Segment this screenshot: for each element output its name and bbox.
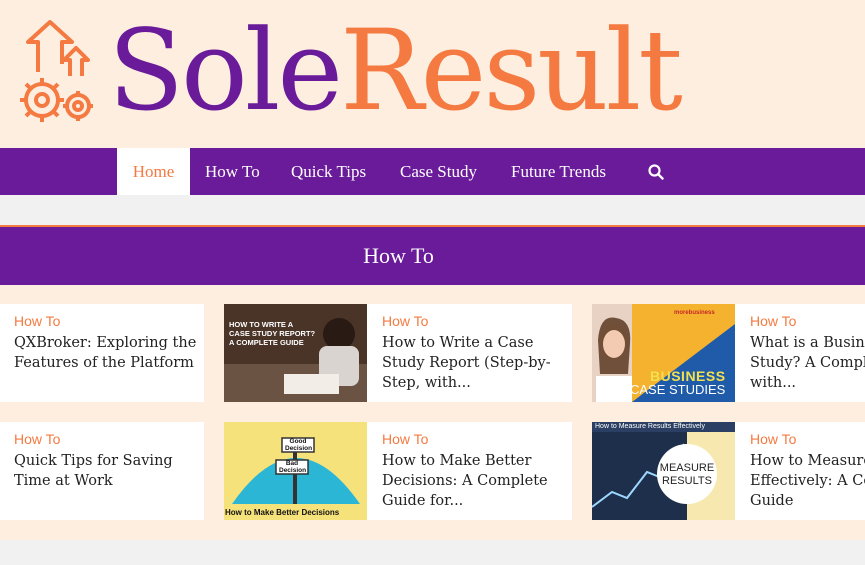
card-category[interactable]: How To	[14, 431, 60, 447]
thumb-caption: CASE STUDY REPORT?	[229, 329, 316, 338]
card-title-line: How to Write a Case	[382, 335, 534, 351]
card-title-line: Time at Work	[14, 473, 113, 489]
growth-gears-icon[interactable]	[14, 20, 98, 128]
section-heading-bar: How To	[0, 225, 865, 285]
card-thumbnail[interactable]: Good Decision Bad Decision How to Make B…	[224, 422, 367, 520]
card-title-line: Study? A Comple	[750, 355, 865, 371]
nav-item-case-study[interactable]: Case Study	[400, 148, 477, 195]
section-title: How To	[363, 243, 434, 268]
page-bottom	[0, 540, 865, 565]
card-title-line: Quick Tips for Saving	[14, 453, 173, 469]
thumb-caption: HOW TO WRITE A	[229, 320, 294, 329]
card-category[interactable]: How To	[382, 313, 428, 329]
card-title-line: QXBroker: Exploring the	[14, 335, 197, 351]
sign-label: Decision	[279, 467, 307, 474]
thumb-caption: MEASURE	[659, 462, 715, 474]
article-card[interactable]: How To Quick Tips for Saving Time at Wor…	[0, 422, 204, 520]
card-title[interactable]: What is a Busine Study? A Comple with...	[750, 333, 865, 393]
thumb-caption: A COMPLETE GUIDE	[229, 338, 304, 347]
nav-item-quick-tips[interactable]: Quick Tips	[291, 148, 366, 195]
site-header: SoleResult	[0, 0, 865, 148]
card-title[interactable]: QXBroker: Exploring the Features of the …	[14, 333, 200, 373]
card-title[interactable]: How to Measure Effectively: A Co Guide	[750, 451, 865, 511]
card-title-line: Decisions: A Complete	[382, 473, 548, 489]
card-title-line: Guide for...	[382, 493, 464, 509]
brand-part-2: Result	[340, 7, 683, 136]
card-title-line: Effectively: A Co	[750, 473, 865, 489]
card-thumbnail[interactable]: morebusiness BUSINESS CASE STUDIES	[592, 304, 735, 402]
card-title-line: Step, with...	[382, 375, 471, 391]
article-card[interactable]: Good Decision Bad Decision How to Make B…	[224, 422, 572, 520]
card-title-line: Guide	[750, 493, 794, 509]
card-category[interactable]: How To	[382, 431, 428, 447]
main-navigation: Home How To Quick Tips Case Study Future…	[0, 148, 865, 196]
thumb-caption: RESULTS	[662, 475, 712, 487]
spacer	[0, 195, 865, 225]
article-card[interactable]: How to Measure Results Effectively MEASU…	[592, 422, 865, 520]
card-title-line: with...	[750, 375, 797, 391]
card-title[interactable]: How to Write a Case Study Report (Step-b…	[382, 333, 568, 393]
student-writing-image	[224, 304, 367, 402]
article-card[interactable]: morebusiness BUSINESS CASE STUDIES How T…	[592, 304, 865, 402]
brand-part-1: Sole	[108, 7, 343, 136]
thumb-caption: How to Measure Results Effectively	[595, 423, 705, 430]
card-title[interactable]: How to Make Better Decisions: A Complete…	[382, 451, 568, 511]
sign-label: Bad	[285, 460, 299, 467]
card-category[interactable]: How To	[750, 313, 796, 329]
card-title-line: Features of the Platform	[14, 355, 194, 371]
article-card[interactable]: How To QXBroker: Exploring the Features …	[0, 304, 204, 402]
nav-item-future-trends[interactable]: Future Trends	[511, 148, 606, 195]
nav-item-how-to[interactable]: How To	[205, 148, 260, 195]
card-category[interactable]: How To	[750, 431, 796, 447]
card-title-line: How to Measure	[750, 453, 865, 469]
search-icon[interactable]	[648, 164, 664, 180]
article-card[interactable]: HOW TO WRITE A CASE STUDY REPORT? A COMP…	[224, 304, 572, 402]
card-title[interactable]: Quick Tips for Saving Time at Work	[14, 451, 200, 491]
card-thumbnail[interactable]: How to Measure Results Effectively MEASU…	[592, 422, 735, 520]
card-title-line: How to Make Better	[382, 453, 532, 469]
card-thumbnail[interactable]: HOW TO WRITE A CASE STUDY REPORT? A COMP…	[224, 304, 367, 402]
thumb-logo: morebusiness	[674, 310, 715, 316]
card-category[interactable]: How To	[14, 313, 60, 329]
sign-label: Decision	[285, 445, 313, 452]
thumb-caption: How to Make Better Decisions	[225, 508, 340, 517]
thumb-caption: CASE STUDIES	[630, 382, 726, 397]
site-logo-wordmark[interactable]: SoleResult	[108, 2, 683, 142]
sign-label: Good	[289, 438, 307, 445]
card-title-line: Study Report (Step-by-	[382, 355, 551, 371]
nav-item-home[interactable]: Home	[117, 148, 190, 196]
card-title-line: What is a Busine	[750, 335, 865, 351]
